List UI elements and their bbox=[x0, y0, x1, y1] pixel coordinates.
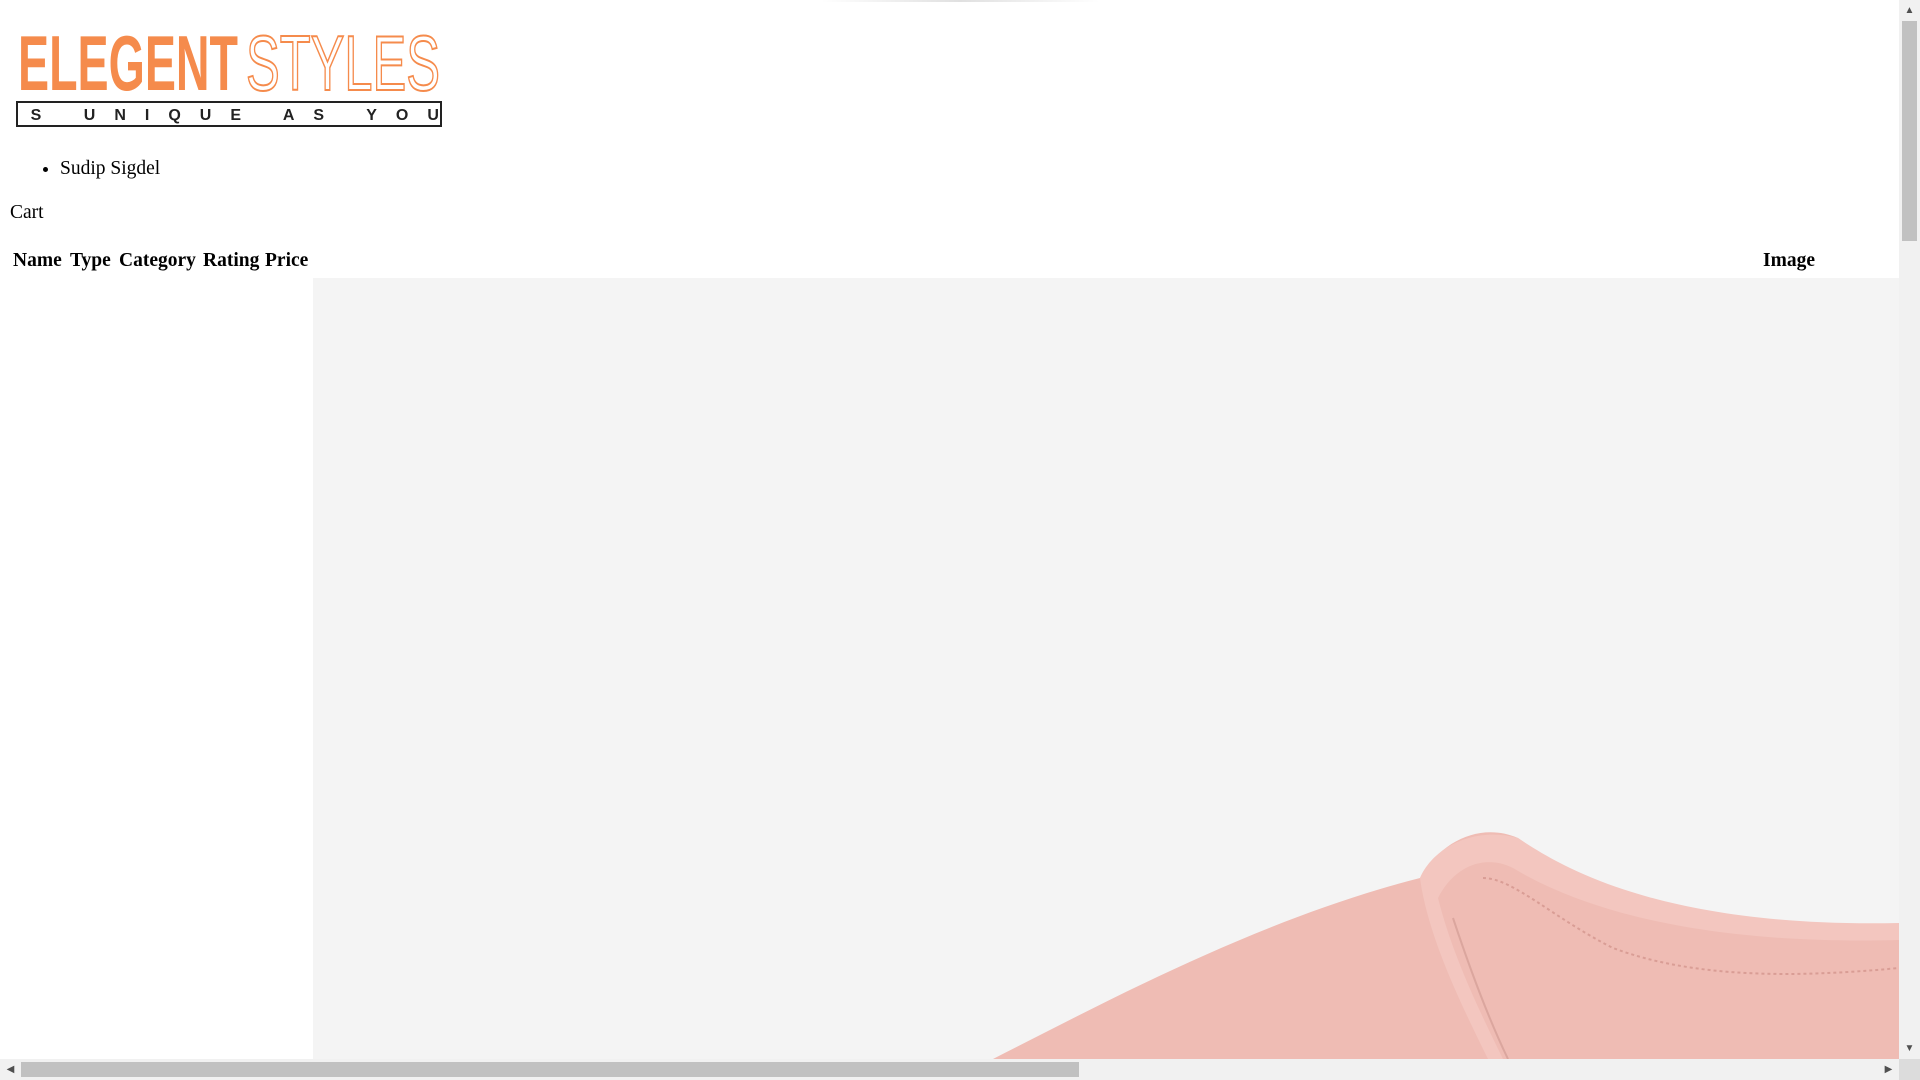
user-menu: Sudip Sigdel bbox=[0, 158, 160, 180]
header-category: Category bbox=[119, 250, 196, 271]
brand-name-outline: STYLES bbox=[246, 22, 440, 107]
horizontal-scroll-thumb[interactable] bbox=[21, 1062, 1079, 1077]
pink-tshirt-image bbox=[993, 832, 1899, 1059]
scroll-right-icon[interactable]: ▶ bbox=[1878, 1059, 1899, 1080]
horizontal-scrollbar[interactable]: ◀ ▶ bbox=[0, 1059, 1899, 1080]
brand-logo[interactable]: ELEGENT STYLES AS UNIQUE AS YOU bbox=[16, 22, 442, 128]
scroll-left-icon[interactable]: ◀ bbox=[0, 1059, 21, 1080]
vertical-scroll-thumb[interactable] bbox=[1902, 21, 1917, 241]
scroll-down-icon[interactable]: ▼ bbox=[1899, 1038, 1920, 1059]
brand-tagline: AS UNIQUE AS YOU bbox=[16, 107, 442, 124]
header-rating: Rating bbox=[203, 250, 260, 271]
header-type: Type bbox=[70, 250, 111, 271]
header-image: Image bbox=[1763, 250, 1815, 271]
user-name[interactable]: Sudip Sigdel bbox=[60, 158, 160, 180]
cart-link[interactable]: Cart bbox=[10, 202, 44, 224]
brand-name-bold: ELEGENT bbox=[18, 22, 238, 107]
vertical-scrollbar[interactable]: ▲ ▼ bbox=[1899, 0, 1920, 1059]
header-price: Price bbox=[265, 250, 309, 271]
product-image-cell bbox=[313, 278, 1899, 1059]
top-shadow bbox=[820, 0, 1100, 2]
scrollbar-corner bbox=[1899, 1059, 1920, 1080]
scroll-up-icon[interactable]: ▲ bbox=[1899, 0, 1920, 21]
header-name: Name bbox=[13, 250, 62, 271]
page-viewport: ELEGENT STYLES AS UNIQUE AS YOU Sudip Si… bbox=[0, 0, 1899, 1059]
